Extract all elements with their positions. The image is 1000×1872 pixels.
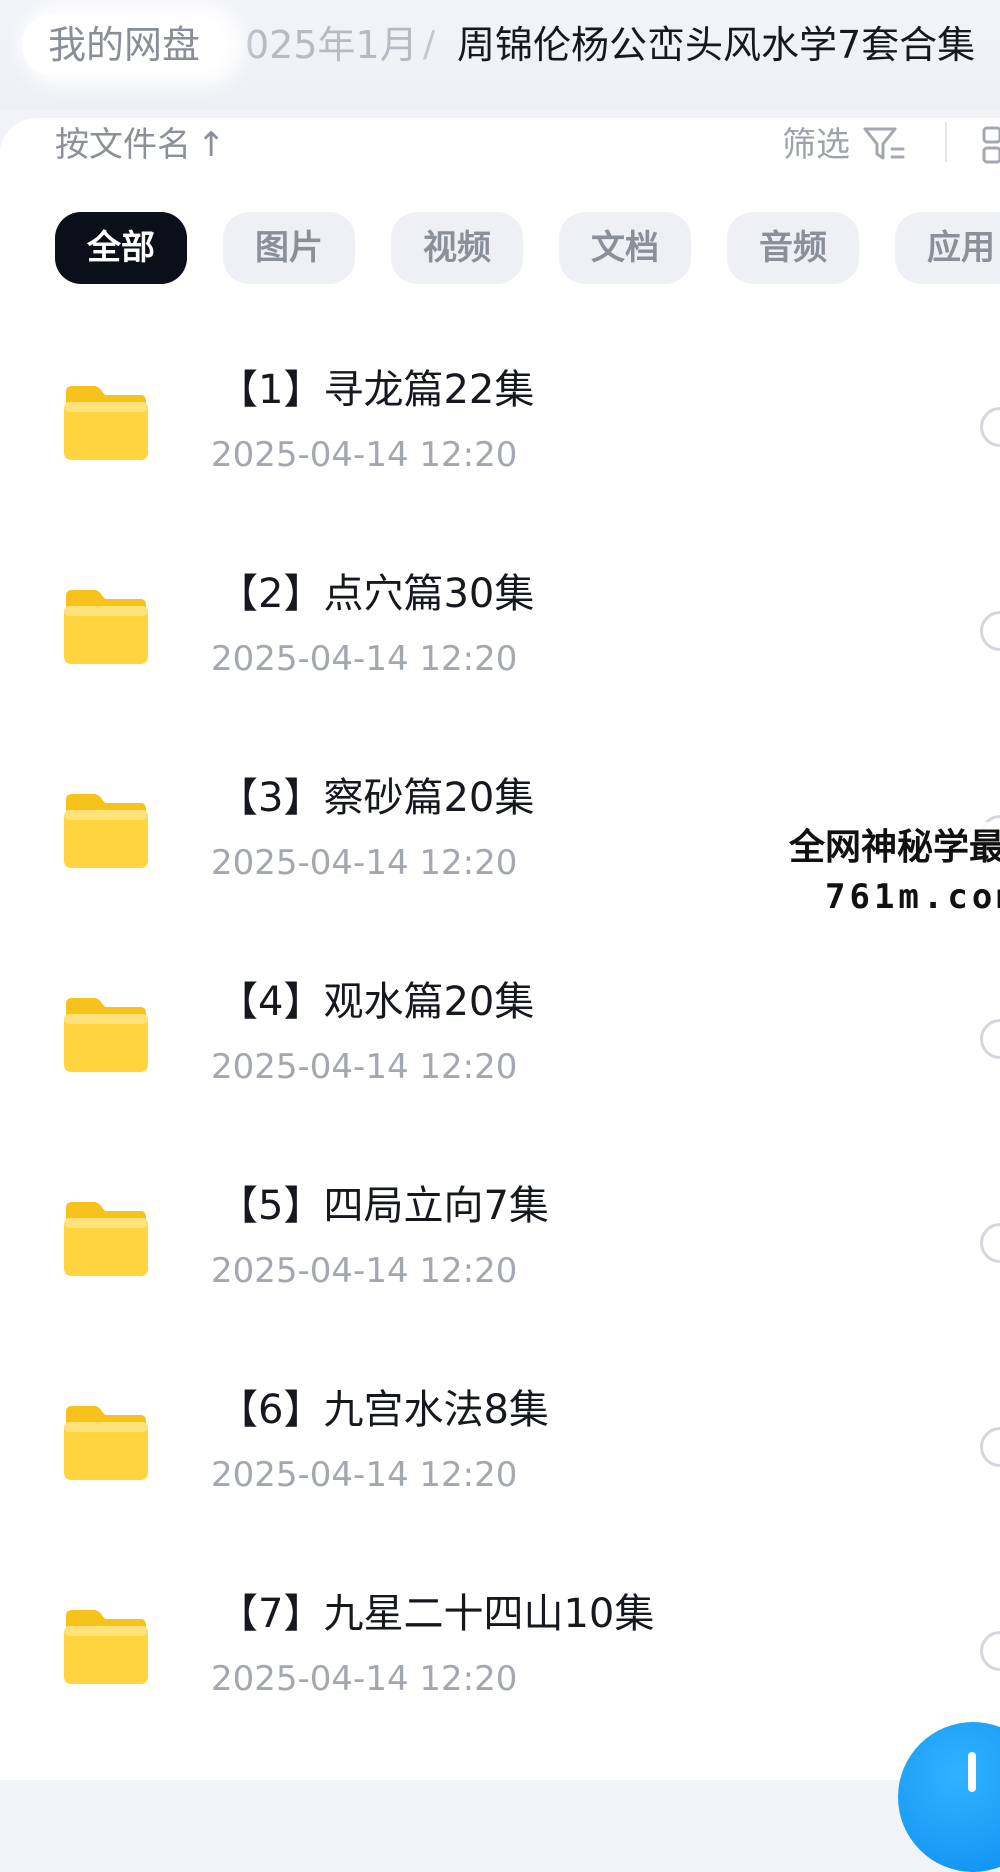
file-date: 2025-04-14 12:20: [211, 1659, 518, 1699]
file-date: 2025-04-14 12:20: [211, 435, 518, 475]
folder-icon: [64, 386, 148, 460]
select-radio[interactable]: [980, 1223, 1000, 1263]
breadcrumb-separator: /: [423, 24, 436, 65]
sort-ascending-icon: ↑: [197, 125, 226, 165]
tab-apps[interactable]: 应用: [895, 212, 1000, 284]
file-date: 2025-04-14 12:20: [211, 1455, 518, 1495]
watermark-line2: 761m.com: [825, 877, 1000, 917]
filter-icon[interactable]: [862, 124, 906, 166]
folder-icon: [64, 1406, 148, 1480]
watermark-line1: 全网神秘学最全: [789, 827, 1000, 868]
file-name: 【3】察砂篇20集: [218, 775, 535, 821]
file-name: 【7】九星二十四山10集: [218, 1591, 655, 1637]
file-row[interactable]: 【1】寻龙篇22集 2025-04-14 12:20: [0, 336, 1000, 540]
file-date: 2025-04-14 12:20: [211, 1251, 518, 1291]
folder-icon: [64, 1610, 148, 1684]
plus-icon: [968, 1752, 976, 1792]
file-row[interactable]: 【5】四局立向7集 2025-04-14 12:20: [0, 1152, 1000, 1356]
select-radio[interactable]: [980, 1019, 1000, 1059]
file-row[interactable]: 【6】九宫水法8集 2025-04-14 12:20: [0, 1356, 1000, 1560]
tab-images[interactable]: 图片: [223, 212, 355, 284]
breadcrumb-current-folder: 周锦伦杨公峦头风水学7套合集: [457, 23, 976, 67]
file-date: 2025-04-14 12:20: [211, 1047, 518, 1087]
file-name: 【1】寻龙篇22集: [218, 367, 535, 413]
sort-by-filename-button[interactable]: 按文件名 ↑: [55, 120, 226, 170]
file-date: 2025-04-14 12:20: [211, 639, 518, 679]
select-radio[interactable]: [980, 407, 1000, 447]
breadcrumb: 025年1月 / 周锦伦杨公峦头风水学7套合集 我的网盘: [0, 0, 1000, 110]
file-name: 【2】点穴篇30集: [218, 571, 535, 617]
tab-documents[interactable]: 文档: [559, 212, 691, 284]
breadcrumb-folder-2025-01[interactable]: 025年1月: [245, 18, 418, 72]
tab-all[interactable]: 全部: [55, 212, 187, 284]
watermark: 全网神秘学最全 761m.com: [783, 822, 1000, 926]
folder-icon: [64, 590, 148, 664]
select-radio[interactable]: [980, 1631, 1000, 1671]
select-radio[interactable]: [980, 611, 1000, 651]
breadcrumb-root-my-drive[interactable]: 我的网盘: [22, 14, 227, 76]
file-name: 【4】观水篇20集: [218, 979, 535, 1025]
grid-view-icon[interactable]: [982, 124, 1000, 166]
tab-audio[interactable]: 音频: [727, 212, 859, 284]
select-radio[interactable]: [980, 1427, 1000, 1467]
category-tabs: 全部 图片 视频 文档 音频 应用: [0, 212, 1000, 284]
folder-icon: [64, 1202, 148, 1276]
file-name: 【5】四局立向7集: [218, 1183, 549, 1229]
folder-icon: [64, 794, 148, 868]
filter-button-label[interactable]: 筛选: [782, 120, 850, 170]
file-date: 2025-04-14 12:20: [211, 843, 518, 883]
file-row[interactable]: 【2】点穴篇30集 2025-04-14 12:20: [0, 540, 1000, 744]
sort-label: 按文件名: [55, 125, 191, 165]
toolbar-divider: [945, 122, 947, 162]
file-row[interactable]: 【4】观水篇20集 2025-04-14 12:20: [0, 948, 1000, 1152]
file-name: 【6】九宫水法8集: [218, 1387, 549, 1433]
folder-icon: [64, 998, 148, 1072]
tab-videos[interactable]: 视频: [391, 212, 523, 284]
file-row[interactable]: 【7】九星二十四山10集 2025-04-14 12:20: [0, 1560, 1000, 1764]
